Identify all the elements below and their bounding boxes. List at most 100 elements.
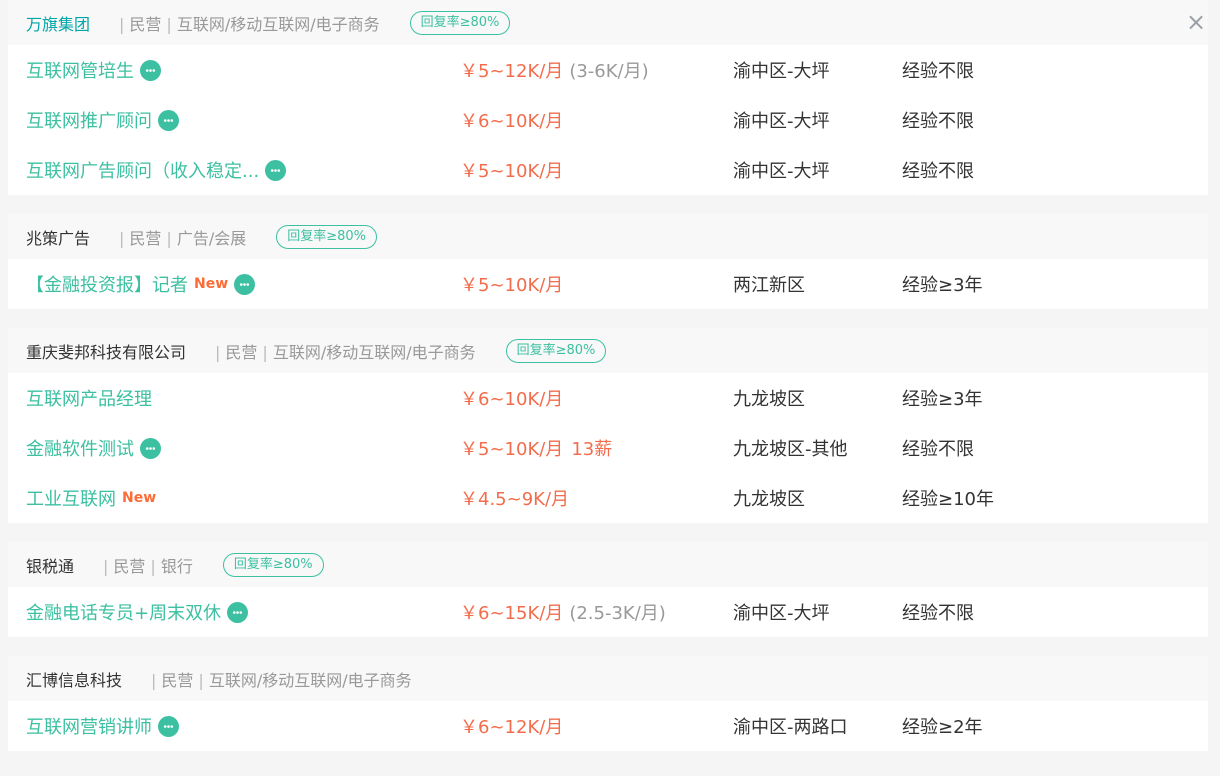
salary-range: ￥6~10K/月 bbox=[460, 111, 564, 132]
job-title-link[interactable]: 互联网广告顾问（收入稳定... bbox=[26, 157, 287, 183]
job-row[interactable]: 金融电话专员+周末双休 ￥6~15K/月 (2.5-3K/月) 渝中区-大坪 经验不限 bbox=[8, 587, 1208, 637]
job-row[interactable]: 【金融投资报】记者 New ￥5~10K/月 两江新区 经验≥3年 bbox=[8, 259, 1208, 309]
job-location: 渝中区-大坪 bbox=[733, 161, 830, 182]
job-title-link[interactable]: 金融软件测试 bbox=[26, 435, 161, 461]
chat-bubble-icon[interactable] bbox=[265, 159, 287, 181]
company-meta-item: 民营 bbox=[225, 342, 258, 362]
company-name[interactable]: 万旗集团 bbox=[26, 11, 90, 35]
new-tag: New bbox=[122, 490, 157, 506]
salary-range: ￥5~10K/月 bbox=[460, 439, 564, 460]
chat-bubble-icon[interactable] bbox=[158, 715, 179, 737]
job-experience: 经验不限 bbox=[902, 439, 974, 460]
salary-range: ￥6~10K/月 bbox=[460, 389, 564, 410]
chat-bubble-icon[interactable] bbox=[158, 109, 179, 131]
company-name[interactable]: 兆策广告 bbox=[26, 225, 90, 249]
company-meta: | 民营 | 互联网/移动互联网/电子商务 bbox=[146, 667, 412, 691]
job-experience: 经验≥3年 bbox=[902, 389, 983, 410]
salary-range: ￥5~10K/月 bbox=[460, 161, 564, 182]
company-meta: | 民营 | 广告/会展 bbox=[114, 225, 246, 249]
reply-rate-badge: 回复率≥80% bbox=[505, 338, 607, 363]
company-meta: | 民营 | 银行 bbox=[98, 553, 193, 577]
company-name[interactable]: 重庆斐邦科技有限公司 bbox=[26, 339, 186, 363]
job-title-text[interactable]: 互联网广告顾问（收入稳定... bbox=[26, 157, 259, 183]
job-title-link[interactable]: 互联网营销讲师 bbox=[26, 713, 179, 739]
job-title-text[interactable]: 互联网推广顾问 bbox=[26, 107, 152, 133]
job-title-link[interactable]: 互联网推广顾问 bbox=[26, 107, 179, 133]
chat-bubble-icon[interactable] bbox=[140, 59, 161, 81]
job-row[interactable]: 金融软件测试 ￥5~10K/月 13薪 九龙坡区-其他 经验不限 bbox=[8, 423, 1208, 473]
company-meta-item: 互联网/移动互联网/电子商务 bbox=[176, 14, 380, 34]
salary: ￥4.5~9K/月 bbox=[460, 485, 569, 511]
reply-rate-badge: 回复率≥80% bbox=[409, 10, 511, 35]
job-title-link[interactable]: 互联网管培生 bbox=[26, 57, 161, 83]
job-row[interactable]: 互联网广告顾问（收入稳定... ￥5~10K/月 渝中区-大坪 经验不限 bbox=[8, 145, 1208, 195]
salary-range: ￥5~10K/月 bbox=[460, 275, 564, 296]
reply-rate-badge: 回复率≥80% bbox=[222, 552, 324, 577]
close-icon[interactable]: × bbox=[1184, 8, 1208, 36]
meta-separator: | bbox=[166, 228, 172, 248]
chat-bubble-icon[interactable] bbox=[227, 601, 249, 623]
job-location: 九龙坡区 bbox=[733, 389, 805, 410]
job-experience: 经验不限 bbox=[902, 161, 974, 182]
meta-separator: | bbox=[150, 556, 156, 576]
job-location: 渝中区-两路口 bbox=[733, 717, 848, 738]
new-tag: New bbox=[194, 276, 229, 292]
company-name[interactable]: 汇博信息科技 bbox=[26, 667, 122, 691]
chat-bubble-icon[interactable] bbox=[140, 437, 161, 459]
job-title-text[interactable]: 金融软件测试 bbox=[26, 435, 134, 461]
company-meta-item: 民营 bbox=[129, 228, 162, 248]
company-block: 银税通 | 民营 | 银行 回复率≥80% 金融电话专员+周末双休 ￥6~15K/月 (2.5-… bbox=[8, 542, 1208, 637]
company-header: 汇博信息科技 | 民营 | 互联网/移动互联网/电子商务 bbox=[8, 656, 1208, 701]
company-block: 兆策广告 | 民营 | 广告/会展 回复率≥80% 【金融投资报】记者 New ￥5~10K/月… bbox=[8, 214, 1208, 309]
job-experience: 经验不限 bbox=[902, 111, 974, 132]
salary: ￥6~15K/月 (2.5-3K/月) bbox=[460, 599, 666, 625]
job-location: 渝中区-大坪 bbox=[733, 61, 830, 82]
company-header: 银税通 | 民营 | 银行 回复率≥80% bbox=[8, 542, 1208, 587]
job-location: 九龙坡区-其他 bbox=[733, 439, 848, 460]
company-meta-item: 民营 bbox=[129, 14, 162, 34]
chat-bubble-icon[interactable] bbox=[234, 273, 256, 295]
company-meta-item: 民营 bbox=[161, 670, 194, 690]
company-block: 万旗集团 | 民营 | 互联网/移动互联网/电子商务 回复率≥80% × 互联网管培生 ￥5~1… bbox=[8, 0, 1208, 195]
salary-base: (2.5-3K/月) bbox=[569, 603, 666, 624]
job-list: 【金融投资报】记者 New ￥5~10K/月 两江新区 经验≥3年 bbox=[8, 259, 1208, 309]
meta-separator: | bbox=[215, 342, 221, 362]
job-row[interactable]: 互联网推广顾问 ￥6~10K/月 渝中区-大坪 经验不限 bbox=[8, 95, 1208, 145]
company-header: 万旗集团 | 民营 | 互联网/移动互联网/电子商务 回复率≥80% × bbox=[8, 0, 1208, 45]
meta-separator: | bbox=[119, 228, 125, 248]
job-title-link[interactable]: 工业互联网 New bbox=[26, 485, 156, 511]
job-row[interactable]: 互联网产品经理 ￥6~10K/月 九龙坡区 经验≥3年 bbox=[8, 373, 1208, 423]
job-location: 九龙坡区 bbox=[733, 489, 805, 510]
meta-separator: | bbox=[151, 670, 157, 690]
company-meta-item: 互联网/移动互联网/电子商务 bbox=[208, 670, 412, 690]
job-title-text[interactable]: 金融电话专员+周末双休 bbox=[26, 599, 221, 625]
job-row[interactable]: 互联网营销讲师 ￥6~12K/月 渝中区-两路口 经验≥2年 bbox=[8, 701, 1208, 751]
salary-range: ￥6~12K/月 bbox=[460, 717, 564, 738]
job-row[interactable]: 工业互联网 New ￥4.5~9K/月 九龙坡区 经验≥10年 bbox=[8, 473, 1208, 523]
job-title-link[interactable]: 金融电话专员+周末双休 bbox=[26, 599, 249, 625]
job-row[interactable]: 互联网管培生 ￥5~12K/月 (3-6K/月) 渝中区-大坪 经验不限 bbox=[8, 45, 1208, 95]
job-title-text[interactable]: 互联网营销讲师 bbox=[26, 713, 152, 739]
job-title-link[interactable]: 【金融投资报】记者 New bbox=[26, 271, 256, 297]
salary: ￥6~12K/月 bbox=[460, 713, 563, 739]
job-list: 金融电话专员+周末双休 ￥6~15K/月 (2.5-3K/月) 渝中区-大坪 经验不限 bbox=[8, 587, 1208, 637]
job-experience: 经验≥3年 bbox=[902, 275, 983, 296]
company-meta-item: 银行 bbox=[160, 556, 193, 576]
company-meta-item: 互联网/移动互联网/电子商务 bbox=[272, 342, 476, 362]
job-list: 互联网营销讲师 ￥6~12K/月 渝中区-两路口 经验≥2年 bbox=[8, 701, 1208, 751]
salary: ￥5~12K/月 (3-6K/月) bbox=[460, 57, 649, 83]
job-title-text[interactable]: 互联网产品经理 bbox=[26, 385, 152, 411]
job-title-text[interactable]: 工业互联网 bbox=[26, 485, 116, 511]
meta-separator: | bbox=[198, 670, 204, 690]
company-meta: | 民营 | 互联网/移动互联网/电子商务 bbox=[210, 339, 476, 363]
salary-bonus: 13薪 bbox=[571, 439, 613, 460]
job-title-text[interactable]: 互联网管培生 bbox=[26, 57, 134, 83]
job-list: 互联网管培生 ￥5~12K/月 (3-6K/月) 渝中区-大坪 经验不限 互联网推广顾问 ￥… bbox=[8, 45, 1208, 195]
meta-separator: | bbox=[166, 14, 172, 34]
company-name[interactable]: 银税通 bbox=[26, 553, 74, 577]
job-title-text[interactable]: 【金融投资报】记者 bbox=[26, 271, 188, 297]
job-title-link[interactable]: 互联网产品经理 bbox=[26, 385, 152, 411]
salary: ￥6~10K/月 bbox=[460, 385, 563, 411]
reply-rate-badge: 回复率≥80% bbox=[276, 224, 378, 249]
salary: ￥6~10K/月 bbox=[460, 107, 563, 133]
